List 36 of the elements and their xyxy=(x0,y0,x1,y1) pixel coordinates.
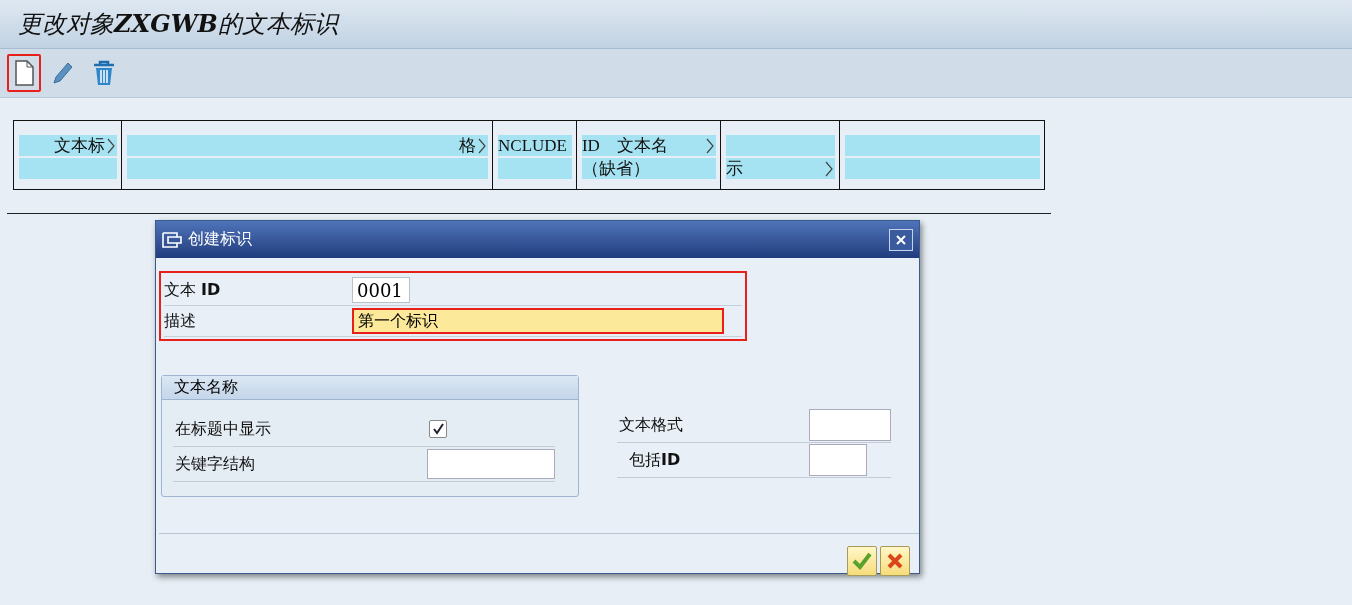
chevron-icon xyxy=(705,137,714,154)
dialog-title: 创建标识 xyxy=(188,229,253,250)
cross-icon xyxy=(886,552,904,570)
field-label: 在标题中显示 xyxy=(174,418,271,440)
field-label: 包括ID xyxy=(628,449,681,471)
check-icon xyxy=(852,552,872,570)
field-label: 文本 ID xyxy=(164,279,222,301)
create-button[interactable] xyxy=(7,54,41,92)
input-field[interactable] xyxy=(809,444,867,476)
column-header[interactable]: ID 文本名 xyxy=(581,135,716,156)
checkbox[interactable] xyxy=(429,420,447,438)
input-field[interactable] xyxy=(809,409,891,441)
close-icon xyxy=(895,233,907,246)
pencil-icon xyxy=(52,61,74,85)
input-field[interactable] xyxy=(427,449,555,479)
confirm-button[interactable] xyxy=(847,546,877,576)
dialog-icon xyxy=(162,231,182,248)
chevron-icon xyxy=(478,137,487,154)
field-label: 关键字结构 xyxy=(174,453,255,475)
column-header[interactable]: NCLUDE xyxy=(498,135,572,156)
column-header[interactable]: （缺省） xyxy=(581,158,716,179)
group-title: 文本名称 xyxy=(162,376,578,400)
window-title: 更改对象ZXGWB的文本标识 xyxy=(18,8,338,40)
close-button[interactable] xyxy=(889,228,913,251)
chevron-icon xyxy=(825,160,834,177)
chevron-icon xyxy=(106,137,115,154)
column-header[interactable]: 文本标 xyxy=(19,135,117,156)
column-header[interactable]: 示 xyxy=(725,158,836,179)
input-field[interactable]: 0001 xyxy=(352,277,410,303)
cancel-button[interactable] xyxy=(880,546,910,576)
document-icon xyxy=(14,60,34,86)
field-label: 描述 xyxy=(164,310,197,332)
field-label: 文本格式 xyxy=(618,414,683,436)
input-field[interactable]: 第一个标识 xyxy=(352,308,724,334)
trash-icon xyxy=(92,60,116,86)
column-header[interactable]: 格 xyxy=(126,135,489,156)
